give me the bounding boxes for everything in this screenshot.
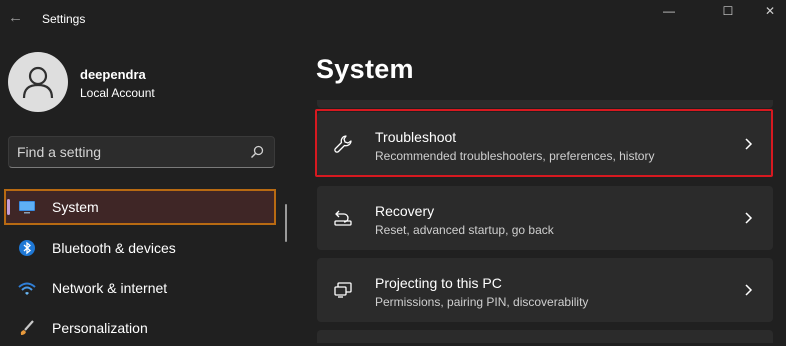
projecting-icon — [334, 282, 352, 298]
sidebar-item-label: Network & internet — [52, 280, 168, 296]
avatar[interactable] — [8, 52, 68, 112]
chevron-right-icon — [745, 284, 753, 296]
minimize-button[interactable]: — — [655, 4, 683, 18]
sidebar-scrollbar[interactable] — [285, 204, 287, 242]
chevron-right-icon — [745, 212, 753, 224]
sidebar-item-label: Personalization — [52, 320, 148, 336]
page-title: System — [316, 54, 414, 84]
sidebar-item-personalization[interactable]: Personalization — [4, 310, 276, 346]
brush-icon — [20, 320, 34, 335]
account-name: deependra — [80, 67, 146, 82]
card-title: Recovery — [375, 203, 435, 219]
close-button[interactable]: ✕ — [756, 4, 784, 18]
search-box[interactable] — [8, 136, 275, 168]
wifi-icon — [18, 282, 36, 295]
monitor-icon — [19, 201, 35, 214]
card-title: Troubleshoot — [375, 129, 457, 145]
recovery-card[interactable]: Recovery Reset, advanced startup, go bac… — [317, 186, 773, 250]
maximize-button[interactable]: ☐ — [714, 4, 742, 18]
account-type: Local Account — [80, 86, 155, 100]
back-arrow-icon[interactable]: ← — [8, 9, 24, 27]
wrench-icon — [334, 135, 352, 153]
troubleshoot-card[interactable]: Troubleshoot Recommended troubleshooters… — [315, 109, 773, 177]
projecting-card[interactable]: Projecting to this PC Permissions, pairi… — [317, 258, 773, 322]
search-icon[interactable] — [250, 145, 264, 159]
app-title: Settings — [42, 12, 86, 26]
previous-card — [317, 100, 773, 108]
active-indicator — [7, 199, 10, 215]
chevron-right-icon — [745, 138, 753, 150]
title-bar: ← Settings — ☐ ✕ — [0, 0, 786, 40]
recovery-icon — [334, 210, 352, 226]
card-description: Permissions, pairing PIN, discoverabilit… — [375, 295, 589, 309]
bluetooth-icon — [19, 240, 35, 256]
card-description: Recommended troubleshooters, preferences… — [375, 149, 655, 163]
sidebar-item-bluetooth[interactable]: Bluetooth & devices — [4, 230, 276, 266]
sidebar-item-label: System — [52, 199, 99, 215]
card-title: Projecting to this PC — [375, 275, 502, 291]
next-card — [317, 330, 773, 343]
card-description: Reset, advanced startup, go back — [375, 223, 554, 237]
sidebar-item-system[interactable]: System — [4, 189, 276, 225]
user-icon — [22, 66, 54, 99]
sidebar-item-network[interactable]: Network & internet — [4, 270, 276, 306]
highlight-box — [4, 189, 276, 225]
sidebar-item-label: Bluetooth & devices — [52, 240, 176, 256]
search-input[interactable] — [17, 143, 237, 161]
